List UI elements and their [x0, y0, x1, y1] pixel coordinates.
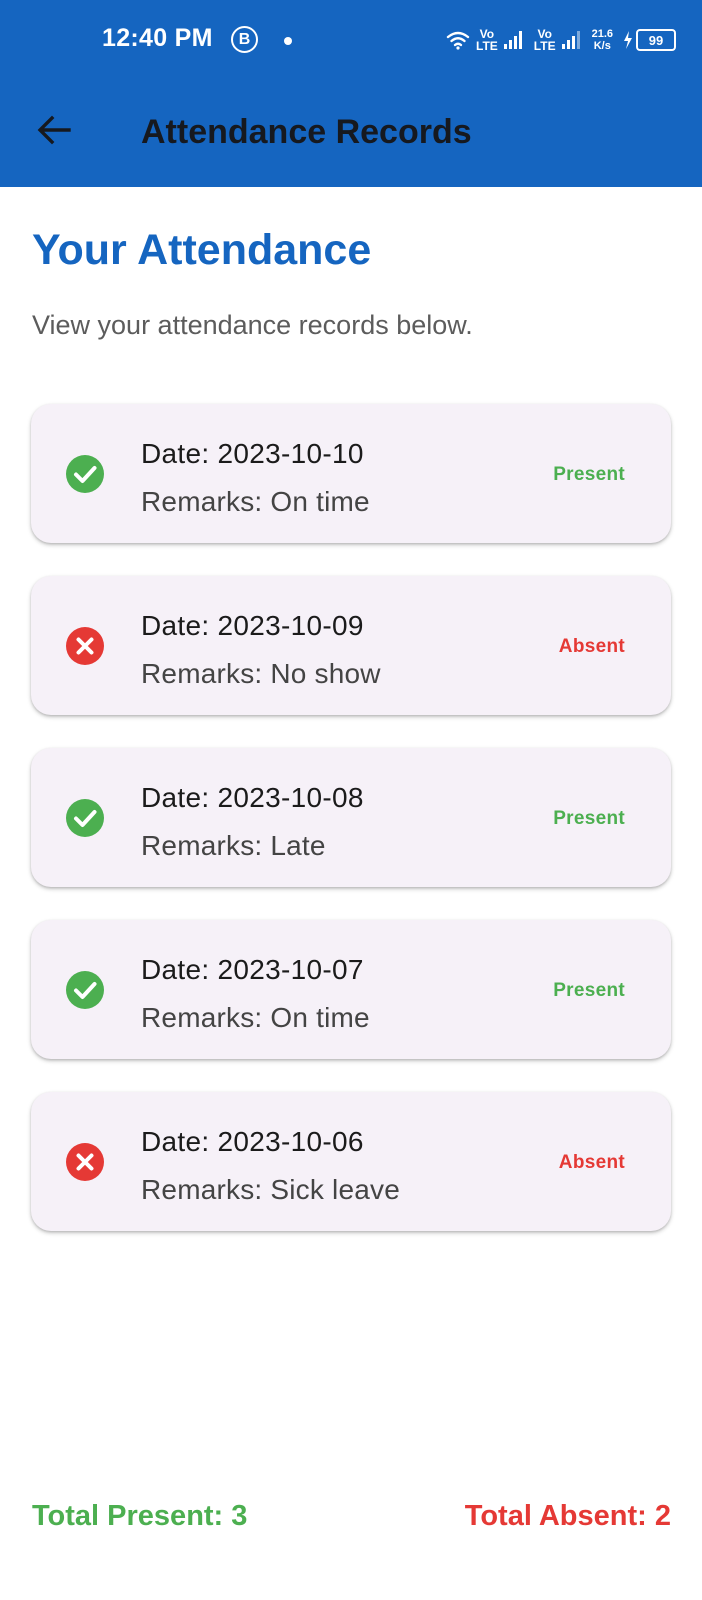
wifi-icon [446, 31, 470, 50]
total-present-summary: Total Present: 3 [32, 1500, 248, 1532]
status-icons: Vo LTE Vo LTE 21.6 K/s 99 [446, 24, 676, 56]
cancel-circle-icon [66, 1143, 104, 1181]
status-badge: Present [553, 464, 625, 485]
check-circle-icon [66, 799, 104, 837]
total-absent-summary: Total Absent: 2 [464, 1500, 671, 1532]
volte-label-2: Vo LTE [533, 27, 556, 53]
record-date: Date: 2023-10-09 [141, 610, 364, 641]
status-bar: 12:40 PM B Vo LTE Vo LTE 21.6 K/s 99 [0, 0, 702, 82]
signal-icon [503, 31, 522, 49]
battery-icon: 99 [636, 29, 676, 51]
notification-dot-icon [284, 37, 292, 45]
network-speed: 21.6 K/s [591, 28, 613, 52]
battery-indicator: 99 [623, 29, 676, 51]
record-remarks: Remarks: Late [141, 830, 326, 861]
record-date: Date: 2023-10-07 [141, 954, 364, 985]
check-circle-icon [66, 455, 104, 493]
charging-icon [624, 31, 632, 49]
record-remarks: Remarks: No show [141, 658, 381, 689]
attendance-record-card[interactable]: Date: 2023-10-09 Remarks: No show Absent [31, 576, 671, 715]
page-heading: Your Attendance [32, 226, 372, 274]
record-date: Date: 2023-10-06 [141, 1126, 364, 1157]
attendance-record-card[interactable]: Date: 2023-10-08 Remarks: Late Present [31, 748, 671, 887]
record-date: Date: 2023-10-08 [141, 782, 364, 813]
attendance-record-card[interactable]: Date: 2023-10-10 Remarks: On time Presen… [31, 404, 671, 543]
back-button[interactable] [32, 108, 76, 152]
check-circle-icon [66, 971, 104, 1009]
notification-b-icon: B [231, 26, 258, 53]
cancel-circle-icon [66, 627, 104, 665]
attendance-record-card[interactable]: Date: 2023-10-06 Remarks: Sick leave Abs… [31, 1092, 671, 1231]
page-subheading: View your attendance records below. [32, 310, 473, 340]
status-badge: Absent [558, 1152, 625, 1173]
record-remarks: Remarks: Sick leave [141, 1174, 400, 1205]
status-badge: Present [553, 808, 625, 829]
status-badge: Present [553, 980, 625, 1001]
status-time: 12:40 PM [102, 24, 213, 52]
app-bar: 12:40 PM B Vo LTE Vo LTE 21.6 K/s 99 Att… [0, 0, 702, 187]
record-remarks: Remarks: On time [141, 1002, 370, 1033]
app-bar-title: Attendance Records [141, 113, 472, 151]
status-badge: Absent [558, 636, 625, 657]
signal-icon [561, 31, 580, 49]
record-date: Date: 2023-10-10 [141, 438, 364, 469]
record-remarks: Remarks: On time [141, 486, 370, 517]
volte-label-1: Vo LTE [476, 27, 498, 53]
attendance-record-card[interactable]: Date: 2023-10-07 Remarks: On time Presen… [31, 920, 671, 1059]
arrow-left-icon [37, 115, 71, 145]
